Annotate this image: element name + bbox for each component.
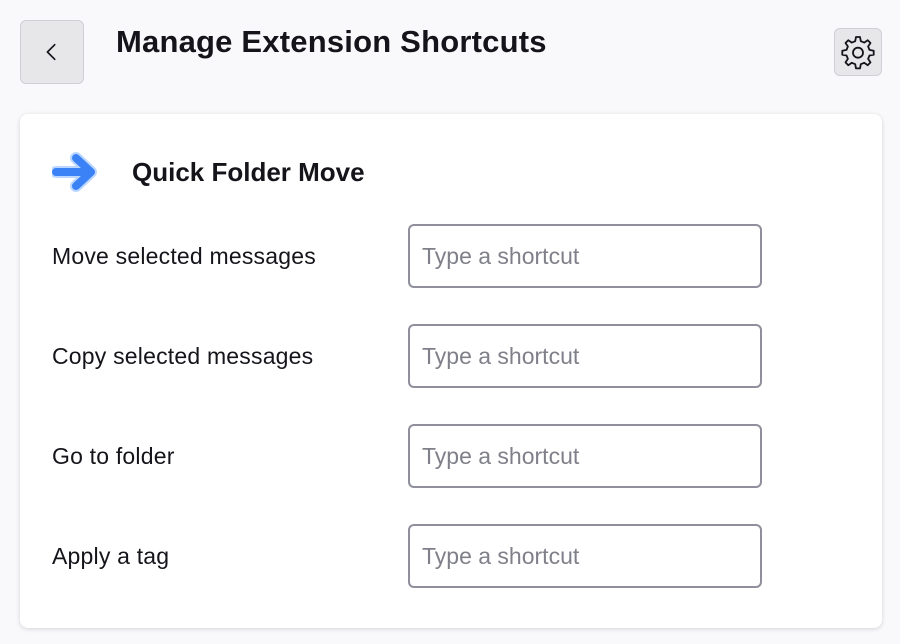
shortcut-label: Apply a tag bbox=[52, 543, 170, 569]
gear-icon bbox=[841, 36, 875, 70]
shortcut-row-go-to-folder: Go to folder bbox=[52, 424, 762, 488]
chevron-left-icon bbox=[46, 43, 56, 61]
blue-arrow-right-icon bbox=[52, 150, 100, 194]
page-title: Manage Extension Shortcuts bbox=[116, 24, 547, 59]
shortcut-label: Go to folder bbox=[52, 443, 175, 469]
shortcut-row-apply-tag: Apply a tag bbox=[52, 524, 762, 588]
shortcut-label: Copy selected messages bbox=[52, 343, 314, 369]
shortcuts-page: Manage Extension Shortcuts Quick Folder … bbox=[0, 0, 900, 644]
shortcut-label: Move selected messages bbox=[52, 243, 316, 269]
settings-button[interactable] bbox=[834, 28, 882, 76]
shortcut-row-move: Move selected messages bbox=[52, 224, 762, 288]
shortcut-input-apply-tag[interactable] bbox=[408, 524, 762, 588]
extension-header: Quick Folder Move bbox=[52, 150, 365, 194]
shortcut-input-go-to-folder[interactable] bbox=[408, 424, 762, 488]
shortcut-input-move[interactable] bbox=[408, 224, 762, 288]
back-button[interactable] bbox=[20, 20, 84, 84]
shortcut-input-copy[interactable] bbox=[408, 324, 762, 388]
extension-name: Quick Folder Move bbox=[132, 157, 365, 187]
extension-card: Quick Folder Move Move selected messages… bbox=[20, 114, 882, 628]
shortcut-row-copy: Copy selected messages bbox=[52, 324, 762, 388]
